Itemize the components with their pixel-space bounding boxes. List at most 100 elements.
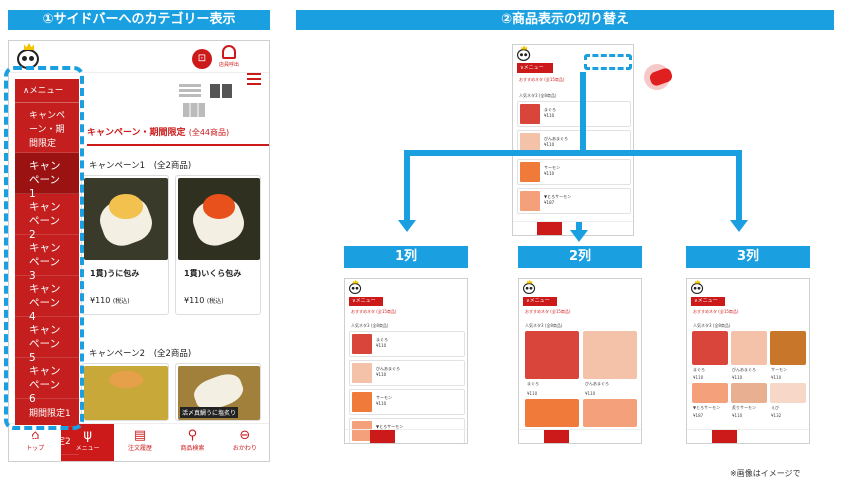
tax-label: (税込) [206,298,224,305]
nav-refill[interactable]: ⊖ おかわり [219,424,269,461]
product-price: ¥187 [693,413,704,418]
three-column-view-icon[interactable] [183,103,205,117]
group1-heading: キャンペーン1 (全2商品) [89,159,191,171]
product-card[interactable] [770,383,806,403]
product-card[interactable] [583,399,637,427]
product-image [84,366,168,420]
call-staff-button[interactable]: 店員呼出 [219,45,239,71]
product-name: えび [771,405,779,410]
mini-item-list: まぐろ¥110 びんあまぐろ¥110 サーモン¥110 ▼とろサーモン¥187 [345,331,467,443]
product-card[interactable]: 活〆真鯛うに塩炙り [175,363,261,421]
sidebar-highlight [4,66,84,430]
sidebar-item-limited2[interactable]: 期間限定2 [15,427,79,455]
two-column-view-icon[interactable] [210,84,233,98]
preview-phone-top: ∨メニュー おすすめネタ (全15商品) 人気ネタ3 (全8商品) まぐろ ¥11… [512,44,634,236]
panda-logo-icon [517,45,531,61]
receipt-icon: ▤ [133,428,147,443]
mini-bottom-nav [687,429,809,443]
group-count: (全8商品) [538,93,557,98]
bell-icon [222,45,236,59]
list-item[interactable]: まぐろ ¥110 [349,331,465,357]
product-name: びんあまぐろ [585,381,609,386]
label-1-column: 1列 [344,246,468,268]
preview-phone-1col: ∨メニュー おすすめネタ (全15商品) 人気ネタ3 (全8商品) まぐろ ¥11… [344,278,468,444]
mini-group-label: 人気ネタ3 (全8商品) [519,93,557,99]
mini-menu-tab[interactable]: ∨メニュー [523,297,557,306]
product-name: まぐろ [693,367,705,372]
product-card[interactable] [731,331,767,365]
arrow-mid-head [570,230,588,242]
section2-banner: ②商品表示の切り替え [296,10,834,30]
preview-phone-2col: ∨メニュー おすすめネタ (全15商品) 人気ネタ3 (全8商品) まぐろ びん… [518,278,642,444]
mini-menu-tab[interactable]: ∨メニュー [691,297,725,306]
section-count: (全44商品) [188,128,230,137]
mini-tab-label: おすすめネタ (全15商品) [519,77,565,83]
product-name: 炙りサーモン [732,405,756,410]
list-item[interactable]: サーモン ¥110 [349,389,465,415]
product-name: 1貫)うに包み [90,269,140,278]
mini-group-label: 人気ネタ3 (全8商品) [351,323,389,328]
product-card[interactable]: 1貫)うに包み ¥110 (税込) [81,175,169,315]
product-price: ¥110 [771,375,782,380]
product-card[interactable] [81,363,169,421]
group2-title: キャンペーン2 [89,349,145,359]
list-item[interactable]: サーモン ¥110 [517,159,631,185]
product-card[interactable] [692,331,728,365]
list-view-icon[interactable] [179,84,201,98]
section1-banner: ①サイドバーへのカテゴリー表示 [8,10,270,30]
product-name: ▼とろサーモン [693,405,721,410]
group1-title: キャンペーン1 [89,161,145,171]
arrow-left-head [398,220,416,232]
list-item[interactable]: まぐろ ¥110 [517,101,631,127]
group2-count: (全2商品) [153,349,192,359]
arrow-left-drop [404,150,410,222]
product-card[interactable] [525,331,579,379]
nav-history[interactable]: ▤ 注文履歴 [114,424,166,461]
view-toggle-highlight [584,54,632,70]
nav-search[interactable]: ⚲ 商品検索 [166,424,218,461]
nav-label: おかわり [232,445,257,452]
section-title: キャンペーン・期間限定 [87,128,186,138]
label-3-column: 3列 [686,246,810,268]
arrow-right-head [730,220,748,232]
product-price: ¥132 [771,413,782,418]
mini-group-label: 人気ネタ3 (全8商品) [525,323,563,328]
product-name: 1貫)いくら包み [184,269,242,278]
preview-phone-3col: ∨メニュー おすすめネタ (全15商品) 人気ネタ3 (全8商品) まぐろ びん… [686,278,810,444]
mini-tab-label: おすすめネタ (全15商品) [525,309,571,314]
mini-bottom-nav [519,429,641,443]
mini-menu-tab[interactable]: ∨メニュー [517,63,553,73]
product-card[interactable]: 1貫)いくら包み ¥110 (税込) [175,175,261,315]
list-item[interactable]: ▼とろサーモン¥187 [517,188,631,214]
mini-bottom-nav [345,429,467,443]
group1-count: (全2商品) [153,161,192,171]
view-toggle-group [179,83,259,117]
product-price: ¥110 [693,375,704,380]
group-label: 人気ネタ3 [519,93,538,98]
product-card[interactable] [583,331,637,379]
product-price: ¥110 [732,413,743,418]
arrow-right-drop [736,150,742,222]
product-name: まぐろ [527,381,539,386]
product-card[interactable] [525,399,579,427]
mini-group-label: 人気ネタ3 (全8商品) [693,323,731,328]
tab-label: おすすめネタ [519,77,543,82]
product-card[interactable] [731,383,767,403]
panda-logo-icon [349,279,362,294]
product-card[interactable] [692,383,728,403]
mini-tab-label: おすすめネタ (全15商品) [693,309,739,314]
product-card[interactable] [770,331,806,365]
product-price: ¥110 [527,391,538,396]
search-icon: ⚲ [187,428,198,443]
mini-menu-tab[interactable]: ∨メニュー [349,297,383,306]
price-value: ¥110 [90,296,111,305]
cart-icon[interactable]: ⊡ [192,49,212,69]
product-image [84,178,168,260]
product-price: ¥110 (税込) [184,296,224,305]
panda-logo-icon [691,279,704,294]
product-image: 活〆真鯛うに塩炙り [178,366,260,420]
product-image [178,178,260,260]
list-item[interactable]: びんあまぐろ ¥110 [349,360,465,386]
mini-tab-label: おすすめネタ (全15商品) [351,309,397,314]
product-price: ¥110 (税込) [90,296,130,305]
